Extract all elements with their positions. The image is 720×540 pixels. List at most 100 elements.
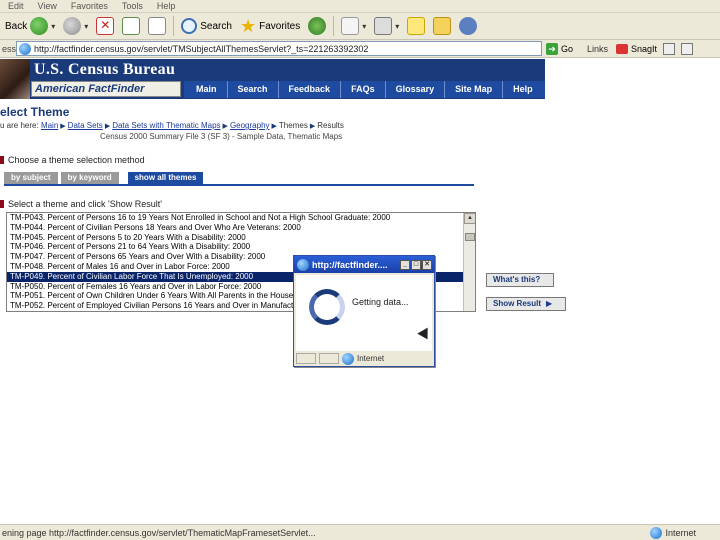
method-heading-text: Choose a theme selection method: [8, 155, 145, 165]
breadcrumb-prefix: u are here:: [0, 121, 39, 130]
links-button[interactable]: Links: [587, 44, 608, 54]
address-url: http://factfinder.census.gov/servlet/TMS…: [34, 43, 369, 54]
back-arrow-icon: [30, 17, 49, 35]
media-button[interactable]: [305, 15, 329, 37]
extension-icon[interactable]: [663, 42, 676, 55]
popup-title: http://factfinder....: [312, 259, 388, 270]
snagit-button[interactable]: SnagIt: [616, 43, 658, 54]
breadcrumb-main[interactable]: Main: [41, 121, 58, 130]
menu-help[interactable]: Help: [157, 1, 176, 11]
status-zone-label: Internet: [665, 527, 696, 538]
menu-favorites[interactable]: Favorites: [71, 1, 108, 11]
print-button[interactable]: ▾: [371, 15, 402, 37]
star-icon: ★: [239, 16, 257, 36]
menu-view[interactable]: View: [38, 1, 57, 11]
method-heading: Choose a theme selection method: [0, 155, 145, 165]
chevron-down-icon[interactable]: ▾: [395, 22, 399, 31]
status-text: ening page http://factfinder.census.gov/…: [2, 527, 316, 538]
breadcrumb-arrow-icon: ▶: [222, 123, 228, 130]
mail-button[interactable]: ▾: [338, 15, 369, 37]
nav-faqs[interactable]: FAQs: [340, 81, 385, 98]
listbox-scrollbar[interactable]: ▲: [463, 213, 475, 311]
site-title: U.S. Census Bureau: [34, 61, 176, 78]
search-label: Search: [200, 20, 232, 32]
theme-list-item[interactable]: TM-P046. Percent of Persons 21 to 64 Yea…: [7, 242, 475, 252]
show-result-label: Show Result: [493, 299, 542, 308]
breadcrumb-themes: Themes: [278, 121, 308, 130]
breadcrumb-thematic-maps[interactable]: Data Sets with Thematic Maps: [112, 121, 220, 130]
whats-this-label: What's this?: [493, 275, 541, 284]
tab-show-all-themes[interactable]: show all themes: [127, 172, 204, 184]
edit-button[interactable]: [404, 15, 428, 37]
section-bullet-icon: [0, 200, 4, 208]
forward-button[interactable]: ▾: [60, 15, 91, 37]
nav-site-map[interactable]: Site Map: [444, 81, 502, 98]
tab-by-keyword[interactable]: by keyword: [60, 172, 119, 184]
address-label: ess: [2, 43, 17, 54]
loading-message: Getting data...: [352, 297, 409, 307]
ie-page-icon: [19, 42, 31, 55]
theme-list-item[interactable]: TM-P043. Percent of Persons 16 to 19 Yea…: [7, 213, 475, 223]
breadcrumb: u are here: Main ▶ Data Sets ▶ Data Sets wit…: [0, 121, 344, 130]
nav-help[interactable]: Help: [502, 81, 543, 98]
breadcrumb-arrow-icon: ▶: [309, 123, 316, 130]
messenger-button[interactable]: [456, 15, 480, 37]
search-button[interactable]: Search: [178, 15, 235, 37]
chevron-down-icon[interactable]: ▾: [84, 22, 88, 31]
back-button[interactable]: Back ▾: [2, 15, 58, 37]
address-bar: ess http://factfinder.census.gov/servlet…: [0, 40, 720, 58]
go-label: Go: [561, 43, 574, 54]
nav-glossary[interactable]: Glossary: [384, 81, 445, 98]
stop-icon: [96, 17, 115, 35]
status-cell: [319, 353, 339, 364]
close-icon[interactable]: ✕: [422, 259, 432, 270]
breadcrumb-arrow-icon: ▶: [104, 123, 111, 130]
select-heading: Select a theme and click 'Show Result': [0, 199, 162, 209]
factfinder-logo[interactable]: American FactFinder: [31, 81, 181, 97]
whats-this-button[interactable]: What's this?: [486, 273, 554, 287]
folder-button[interactable]: [430, 15, 454, 37]
dataset-name: Census 2000 Summary File 3 (SF 3) - Samp…: [100, 132, 343, 141]
select-heading-text: Select a theme and click 'Show Result': [8, 199, 163, 209]
extension-icon[interactable]: [681, 42, 694, 55]
chevron-down-icon[interactable]: ▾: [51, 22, 55, 31]
banner-photo: [0, 59, 30, 99]
scroll-thumb[interactable]: [465, 233, 475, 241]
tab-underline: [4, 184, 474, 186]
tab-by-subject[interactable]: by subject: [4, 172, 58, 184]
maximize-icon[interactable]: □: [411, 259, 421, 270]
method-tabs: by subject by keyword show all themes: [4, 172, 204, 184]
menu-edit[interactable]: Edit: [8, 1, 24, 11]
print-icon: [374, 17, 393, 35]
breadcrumb-arrow-icon: ▶: [271, 123, 277, 130]
popup-zone: Internet: [357, 354, 385, 363]
mail-icon: [341, 17, 360, 35]
minimize-icon[interactable]: _: [400, 259, 410, 270]
nav-feedback[interactable]: Feedback: [277, 81, 341, 98]
nav-main[interactable]: Main: [184, 81, 227, 98]
nav-search[interactable]: Search: [226, 81, 278, 98]
stop-button[interactable]: [93, 15, 117, 37]
ie-page-icon: [297, 258, 309, 271]
address-input[interactable]: http://factfinder.census.gov/servlet/TMS…: [16, 41, 542, 56]
scroll-up-icon[interactable]: ▲: [464, 213, 475, 224]
home-button[interactable]: [145, 15, 169, 37]
section-bullet-icon: [0, 156, 4, 164]
back-label: Back: [5, 20, 28, 32]
breadcrumb-geography[interactable]: Geography: [230, 121, 270, 130]
play-arrow-icon: ▶: [546, 299, 553, 308]
menu-tools[interactable]: Tools: [122, 1, 143, 11]
show-result-button[interactable]: Show Result ▶: [486, 297, 566, 311]
theme-list-item[interactable]: TM-P045. Percent of Persons 5 to 20 Year…: [7, 233, 475, 243]
snagit-label: SnagIt: [631, 43, 658, 54]
media-icon: [308, 17, 327, 35]
popup-title-bar[interactable]: http://factfinder.... _ □ ✕: [294, 256, 434, 273]
go-arrow-icon: ➜: [546, 42, 558, 55]
go-button[interactable]: ➜ Go: [546, 42, 574, 55]
refresh-button[interactable]: [119, 15, 143, 37]
window-controls: _ □ ✕: [400, 259, 434, 270]
breadcrumb-data-sets[interactable]: Data Sets: [68, 121, 103, 130]
favorites-button[interactable]: ★ Favorites: [237, 15, 303, 37]
chevron-down-icon[interactable]: ▾: [362, 22, 366, 31]
theme-list-item[interactable]: TM-P044. Percent of Civilian Persons 18 …: [7, 223, 475, 233]
